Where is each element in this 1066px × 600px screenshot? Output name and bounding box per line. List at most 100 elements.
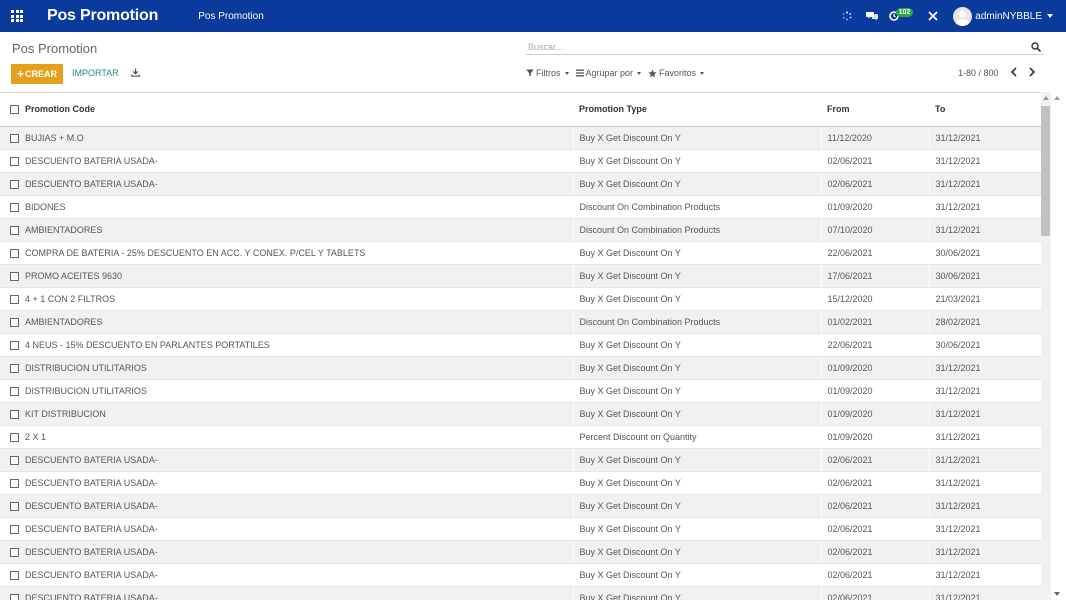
row-checkbox[interactable] (10, 133, 19, 143)
cell-from: 01/09/2020 (820, 195, 929, 219)
apps-menu-button[interactable] (0, 0, 34, 32)
spinner-button[interactable] (841, 0, 853, 32)
page-scrollbar[interactable] (1051, 92, 1066, 600)
row-checkbox[interactable] (10, 478, 19, 488)
filters-label: Filtros (536, 68, 561, 78)
cell-promotion-code: DESCUENTO BATERIA USADA- (25, 448, 573, 472)
row-checkbox[interactable] (10, 570, 19, 580)
create-button[interactable]: + CREAR (11, 64, 63, 84)
cell-promotion-code: KIT DISTRIBUCION (25, 402, 573, 426)
search-input[interactable] (526, 38, 1016, 56)
app-brand[interactable]: Pos Promotion (47, 7, 158, 25)
pager-value[interactable]: 1-80 / 800 (958, 68, 999, 78)
user-avatar-icon (953, 6, 973, 26)
search-icon[interactable] (1031, 42, 1041, 52)
cell-to: 31/12/2021 (928, 540, 1041, 564)
row-select-cell (0, 586, 25, 600)
row-checkbox[interactable] (10, 294, 19, 304)
row-checkbox[interactable] (10, 501, 19, 511)
row-checkbox[interactable] (10, 547, 19, 557)
row-checkbox[interactable] (10, 156, 19, 166)
column-header-type[interactable]: Promotion Type (573, 93, 821, 127)
group-by-dropdown[interactable]: Agrupar por (575, 68, 642, 78)
scrollbar-track[interactable] (1041, 92, 1051, 600)
table-row[interactable]: DESCUENTO BATERIA USADA- Buy X Get Discou… (0, 149, 1041, 173)
column-header-code[interactable]: Promotion Code (25, 93, 573, 127)
row-checkbox[interactable] (10, 271, 19, 281)
chevron-down-icon (700, 71, 705, 75)
table-row[interactable]: DESCUENTO BATERIA USADA- Buy X Get Discou… (0, 471, 1041, 495)
row-checkbox[interactable] (10, 455, 19, 465)
row-checkbox[interactable] (10, 363, 19, 373)
scroll-up-icon[interactable] (1043, 96, 1049, 100)
table-row[interactable]: BUJIAS + M.O Buy X Get Discount On Y 11/12… (0, 126, 1041, 150)
table-row[interactable]: DESCUENTO BATERIA USADA- Buy X Get Discou… (0, 494, 1041, 518)
table-row[interactable]: DESCUENTO BATERIA USADA- Buy X Get Discou… (0, 540, 1041, 564)
row-select-cell (0, 471, 25, 495)
pager-previous-icon[interactable] (1010, 67, 1018, 77)
cell-promotion-code: DISTRIBUCION UTILITARIOS (25, 356, 573, 380)
cell-promotion-type: Buy X Get Discount On Y (572, 149, 821, 173)
cell-from: 11/12/2020 (820, 126, 929, 150)
table-row[interactable]: AMBIENTADORES Discount On Combination Pro… (0, 310, 1041, 334)
row-checkbox[interactable] (10, 179, 19, 189)
row-checkbox[interactable] (10, 524, 19, 534)
table-row[interactable]: 4 + 1 CON 2 FILTROS Buy X Get Discount On… (0, 287, 1041, 311)
filters-dropdown[interactable]: Filtros (526, 68, 569, 78)
row-checkbox[interactable] (10, 317, 19, 327)
row-checkbox[interactable] (10, 340, 19, 350)
table-row[interactable]: 4 NEUS - 15% DESCUENTO EN PARLANTES PORT… (0, 333, 1041, 357)
cell-promotion-type: Buy X Get Discount On Y (572, 586, 821, 600)
nav-menu-pos-promotion[interactable]: Pos Promotion (198, 11, 264, 22)
table-row[interactable]: 2 X 1 Percent Discount on Quantity 01/09/2… (0, 425, 1041, 449)
row-checkbox[interactable] (10, 225, 19, 235)
cell-to: 31/12/2021 (928, 149, 1041, 173)
row-select-cell (0, 540, 25, 564)
row-checkbox[interactable] (10, 386, 19, 396)
cell-promotion-code: DESCUENTO BATERIA USADA- (25, 471, 573, 495)
column-header-to[interactable]: To (929, 93, 1041, 127)
table-row[interactable]: DESCUENTO BATERIA USADA- Buy X Get Discou… (0, 563, 1041, 587)
page-scroll-up-icon[interactable] (1054, 96, 1060, 100)
table-row[interactable]: COMPRA DE BATERIA - 25% DESCUENTO EN ACC… (0, 241, 1041, 265)
table-row[interactable]: DESCUENTO BATERIA USADA- Buy X Get Discou… (0, 586, 1041, 600)
messages-button[interactable] (865, 0, 879, 32)
table-row[interactable]: DESCUENTO BATERIA USADA- Buy X Get Discou… (0, 172, 1041, 196)
cell-to: 31/12/2021 (928, 425, 1041, 449)
import-button[interactable]: IMPORTAR (72, 68, 119, 78)
table-row[interactable]: KIT DISTRIBUCION Buy X Get Discount On Y0… (0, 402, 1041, 426)
table-row[interactable]: DESCUENTO BATERIA USADA- Buy X Get Discou… (0, 448, 1041, 472)
cell-to: 28/02/2021 (928, 310, 1041, 334)
scrollbar-thumb[interactable] (1041, 106, 1050, 236)
row-select-cell (0, 287, 25, 311)
table-row[interactable]: AMBIENTADORES Discount On Combination Pro… (0, 218, 1041, 242)
cell-from: 22/06/2021 (820, 241, 929, 265)
select-all-checkbox[interactable] (10, 105, 19, 115)
cell-to: 31/12/2021 (928, 517, 1041, 541)
table-row[interactable]: DISTRIBUCION UTILITARIOS Buy X Get Discou… (0, 356, 1041, 380)
chevron-down-icon (1047, 14, 1053, 18)
table-row[interactable]: PROMO ACEITES 9630 Buy X Get Discount On … (0, 264, 1041, 288)
row-checkbox[interactable] (10, 409, 19, 419)
pager-next-icon[interactable] (1028, 67, 1036, 77)
table-row[interactable]: DISTRIBUCION UTILITARIOS Buy X Get Discou… (0, 379, 1041, 403)
vertical-scrollbar[interactable] (1041, 92, 1066, 600)
row-checkbox[interactable] (10, 248, 19, 258)
cell-promotion-code: AMBIENTADORES (25, 218, 573, 242)
user-menu[interactable]: adminNYBBLE (953, 0, 1066, 32)
favorites-dropdown[interactable]: Favoritos (648, 68, 705, 78)
activities-button[interactable]: 102 (888, 0, 914, 32)
debug-tools-button[interactable] (927, 0, 939, 32)
search-box (526, 37, 1044, 56)
list-icon (575, 69, 584, 77)
table-row[interactable]: DESCUENTO BATERIA USADA- Buy X Get Discou… (0, 517, 1041, 541)
column-header-from[interactable]: From (821, 93, 929, 127)
row-checkbox[interactable] (10, 202, 19, 212)
cell-from: 02/06/2021 (820, 149, 929, 173)
download-icon[interactable] (131, 68, 140, 77)
page-scroll-down-icon[interactable] (1054, 592, 1060, 596)
promotions-table: Promotion Code Promotion Type From To BU… (0, 93, 1041, 600)
row-checkbox[interactable] (10, 432, 19, 442)
table-row[interactable]: BIDONES Discount On Combination Products 0… (0, 195, 1041, 219)
row-checkbox[interactable] (10, 593, 19, 600)
